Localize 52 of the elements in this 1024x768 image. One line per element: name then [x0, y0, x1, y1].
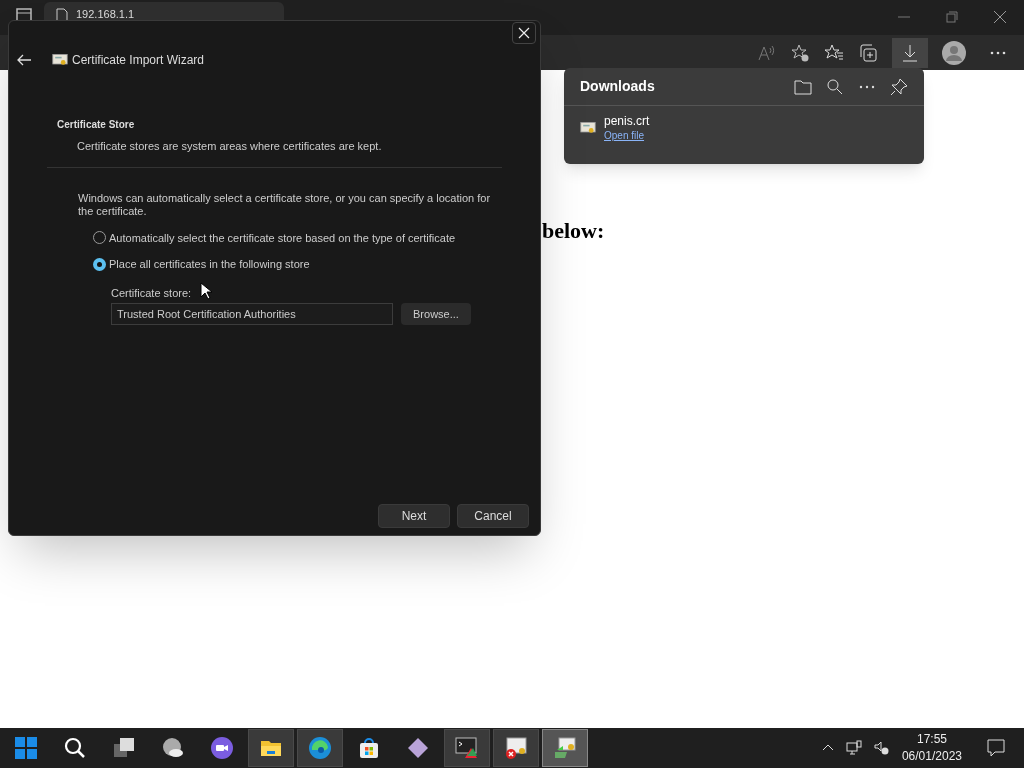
video-chat-icon: [209, 736, 234, 760]
taskbar-app[interactable]: [296, 729, 343, 767]
downloads-button[interactable]: [892, 37, 928, 68]
radio-option[interactable]: Automatically select the certificate store based on the type of certificate: [93, 229, 471, 246]
windows-logo-icon: [13, 736, 38, 760]
clock-date: 06/01/2023: [901, 748, 962, 765]
profile-avatar-icon[interactable]: [942, 40, 966, 65]
certificate-install-icon: [552, 736, 577, 760]
certificate-file-icon: [580, 120, 596, 136]
search-icon: [62, 736, 87, 760]
download-icon: [900, 42, 920, 63]
radio-button[interactable]: [93, 257, 106, 271]
downloads-title: Downloads: [580, 77, 655, 96]
section-subtitle: Certificate stores are system areas where certificates are kept.: [76, 139, 383, 154]
tab-title: 192.168.1.1: [76, 8, 135, 20]
terminal-icon: [454, 736, 479, 760]
store-label: Certificate store:: [111, 285, 192, 301]
open-file-link[interactable]: Open file: [604, 129, 650, 142]
radio-option[interactable]: Place all certificates in the following store: [93, 256, 471, 273]
muted-speaker-icon[interactable]: [873, 740, 890, 756]
network-icon[interactable]: [845, 740, 862, 756]
back-arrow-icon[interactable]: [16, 52, 32, 68]
close-icon[interactable]: [992, 9, 1008, 25]
close-button[interactable]: [512, 22, 536, 44]
description-text: Windows can automatically select a certificate store, or you can specify a location for the certificate.: [78, 191, 492, 218]
pin-icon[interactable]: [890, 77, 908, 96]
tab-actions-icon: [16, 7, 32, 23]
window-title: Certificate Import Wizard: [72, 52, 205, 69]
clock-time: 17:55: [916, 731, 947, 748]
taskbar-app[interactable]: [492, 729, 539, 767]
certificate-error-icon: [503, 736, 528, 760]
page-heading: below:: [542, 218, 605, 243]
store-field[interactable]: Trusted Root Certification Authorities: [111, 303, 393, 325]
notification-icon[interactable]: [986, 738, 1006, 758]
add-favorite-icon[interactable]: [790, 42, 810, 63]
download-file-name: penis.crt: [604, 114, 650, 129]
taskbar-app[interactable]: [247, 729, 294, 767]
weather-cloud-icon: [160, 736, 185, 760]
mouse-cursor-icon: [200, 282, 212, 300]
close-icon: [518, 27, 530, 39]
collections-icon[interactable]: [858, 42, 878, 63]
taskbar-app[interactable]: [541, 729, 588, 767]
dialog-button[interactable]: Cancel: [457, 504, 529, 528]
certificate-install-icon: [52, 52, 68, 68]
section-title: Certificate Store: [57, 118, 136, 132]
favorites-icon[interactable]: [824, 42, 844, 63]
stacked-windows-icon: [111, 736, 136, 760]
search-icon[interactable]: [826, 77, 844, 96]
dialog-button[interactable]: Next: [378, 504, 450, 528]
folder-icon[interactable]: [794, 77, 812, 96]
browse-button[interactable]: Browse...: [400, 303, 471, 325]
browser-swirl-icon: [307, 736, 332, 760]
